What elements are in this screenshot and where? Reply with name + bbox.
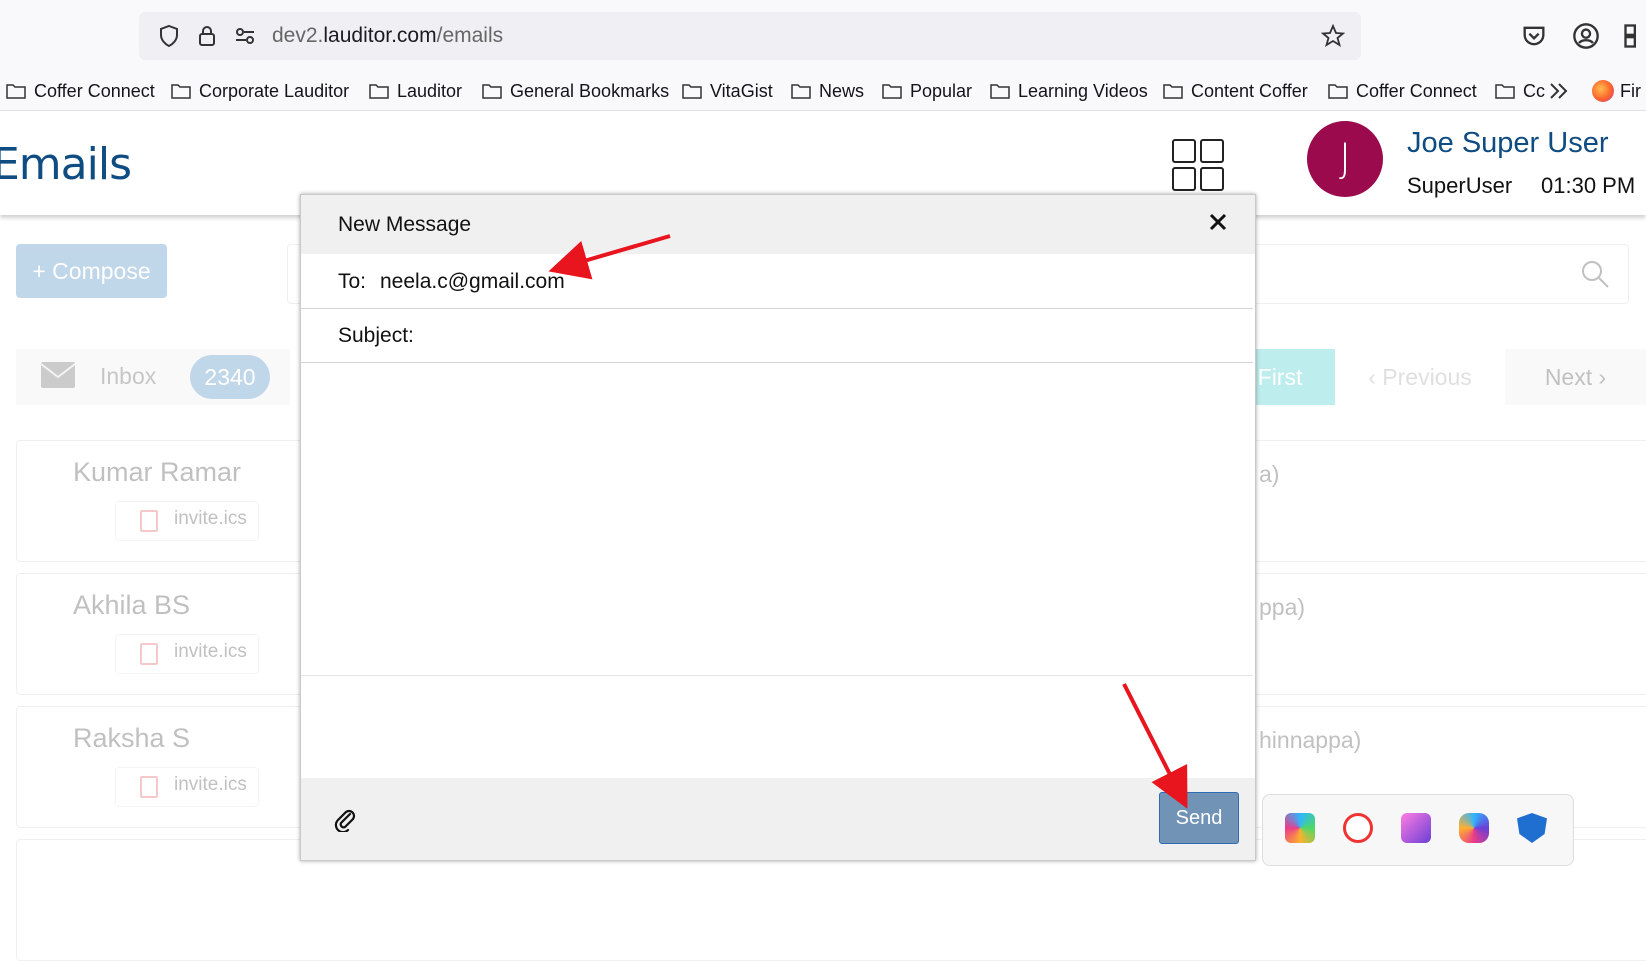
tray-flyout: [1262, 794, 1574, 866]
inbox-count-badge: 2340: [190, 355, 270, 399]
bookmark-folder[interactable]: Learning Videos: [990, 78, 1148, 104]
message-body-input[interactable]: [301, 361, 1253, 676]
email-right-text: ppa): [1259, 594, 1306, 620]
email-right-text: hinnappa): [1259, 727, 1362, 753]
modal-header: New Message: [301, 195, 1255, 254]
account-icon[interactable]: [1572, 22, 1600, 50]
extensions-icon[interactable]: [1622, 22, 1646, 50]
attachment-name: invite.ics: [174, 774, 247, 795]
user-role: SuperUser: [1407, 173, 1513, 198]
attachment-chip[interactable]: invite.ics: [115, 501, 259, 541]
folder-icon: [791, 84, 811, 99]
grid-cell: [1200, 139, 1224, 163]
bookmark-folder[interactable]: Corporate Lauditor: [171, 78, 349, 104]
email-sender: Raksha S: [73, 723, 191, 753]
bookmark-star-icon[interactable]: [1321, 24, 1345, 48]
bookmark-folder[interactable]: Lauditor: [369, 78, 462, 104]
bookmarks-overflow-icon[interactable]: [1548, 82, 1570, 100]
to-field[interactable]: To: neela.c@gmail.com: [301, 254, 1253, 309]
chevron-left-icon: ‹: [1368, 364, 1383, 390]
close-icon[interactable]: [1205, 209, 1231, 235]
email-sender: Akhila BS: [73, 590, 191, 620]
to-label: To:: [338, 270, 367, 293]
paperclip-icon[interactable]: [333, 806, 357, 832]
copilot-icon[interactable]: [1459, 813, 1489, 843]
email-right-text: a): [1259, 461, 1280, 487]
url-text[interactable]: dev2.lauditor.com/emails: [272, 24, 503, 48]
folder-icon: [1328, 84, 1348, 99]
to-input[interactable]: neela.c@gmail.com: [380, 270, 565, 294]
next-page-button[interactable]: Next ›: [1505, 349, 1646, 405]
compose-modal: New Message To: neela.c@gmail.com Subjec…: [300, 194, 1256, 861]
attachment-chip[interactable]: invite.ics: [115, 767, 259, 807]
envelope-icon: [40, 362, 76, 388]
avatar[interactable]: J: [1307, 121, 1383, 197]
app-grid-button[interactable]: [1172, 139, 1228, 195]
security-shield-icon[interactable]: [1517, 813, 1547, 843]
attachment-name: invite.ics: [174, 508, 247, 529]
inbox-folder[interactable]: Inbox 2340: [16, 349, 290, 405]
attachment-name: invite.ics: [174, 641, 247, 662]
folder-icon: [682, 84, 702, 99]
address-bar[interactable]: dev2.lauditor.com/emails: [139, 12, 1361, 60]
ccleaner-icon[interactable]: [1343, 813, 1373, 843]
folder-icon: [1163, 84, 1183, 99]
pdf-file-icon: [140, 510, 158, 532]
folder-icon: [1495, 84, 1515, 99]
shield-icon[interactable]: [157, 24, 181, 48]
folder-icon: [6, 84, 26, 99]
m365-icon[interactable]: [1285, 813, 1315, 843]
pen-icon[interactable]: [1401, 813, 1431, 843]
bookmark-folder[interactable]: News: [791, 78, 864, 104]
search-icon[interactable]: [1580, 259, 1610, 289]
subject-field[interactable]: Subject:: [301, 308, 1253, 363]
pdf-file-icon: [140, 643, 158, 665]
bookmark-folder[interactable]: VitaGist: [682, 78, 773, 104]
send-button[interactable]: Send: [1159, 792, 1239, 844]
attachment-chip[interactable]: invite.ics: [115, 634, 259, 674]
email-sender: Kumar Ramar: [73, 457, 242, 487]
bookmark-folder[interactable]: Coffer Connect: [1328, 78, 1477, 104]
folder-icon: [171, 84, 191, 99]
grid-cell: [1172, 167, 1196, 191]
pocket-icon[interactable]: [1520, 22, 1548, 50]
user-name: Joe Super User: [1407, 127, 1609, 159]
site-settings-icon[interactable]: [233, 24, 257, 48]
bookmark-folder[interactable]: Popular: [882, 78, 972, 104]
previous-page-button[interactable]: ‹ Previous: [1345, 349, 1495, 405]
modal-footer: Send: [301, 778, 1255, 860]
subject-label: Subject:: [338, 324, 414, 347]
folder-icon: [369, 84, 389, 99]
grid-cell: [1200, 167, 1224, 191]
folder-icon: [482, 84, 502, 99]
bookmark-folder[interactable]: General Bookmarks: [482, 78, 669, 104]
bookmark-folder[interactable]: Cc: [1495, 78, 1545, 104]
bookmarks-bar: Coffer Connect Corporate Lauditor Laudit…: [0, 72, 1646, 111]
bookmark-folder[interactable]: Coffer Connect: [6, 78, 155, 104]
firefox-icon: [1592, 80, 1614, 102]
chevron-right-icon: ›: [1592, 364, 1607, 390]
modal-title: New Message: [338, 213, 472, 236]
folder-icon: [882, 84, 902, 99]
grid-cell: [1172, 139, 1196, 163]
page-title: Emails: [0, 139, 132, 190]
clock-time: 01:30 PM: [1541, 173, 1636, 198]
browser-toolbar: dev2.lauditor.com/emails: [0, 0, 1646, 72]
folder-icon: [990, 84, 1010, 99]
pdf-file-icon: [140, 776, 158, 798]
bookmark-other[interactable]: Fir: [1592, 78, 1641, 104]
bookmark-folder[interactable]: Content Coffer: [1163, 78, 1308, 104]
compose-button[interactable]: + Compose: [16, 244, 167, 298]
lock-icon[interactable]: [195, 24, 219, 48]
inbox-label: Inbox: [100, 363, 157, 389]
